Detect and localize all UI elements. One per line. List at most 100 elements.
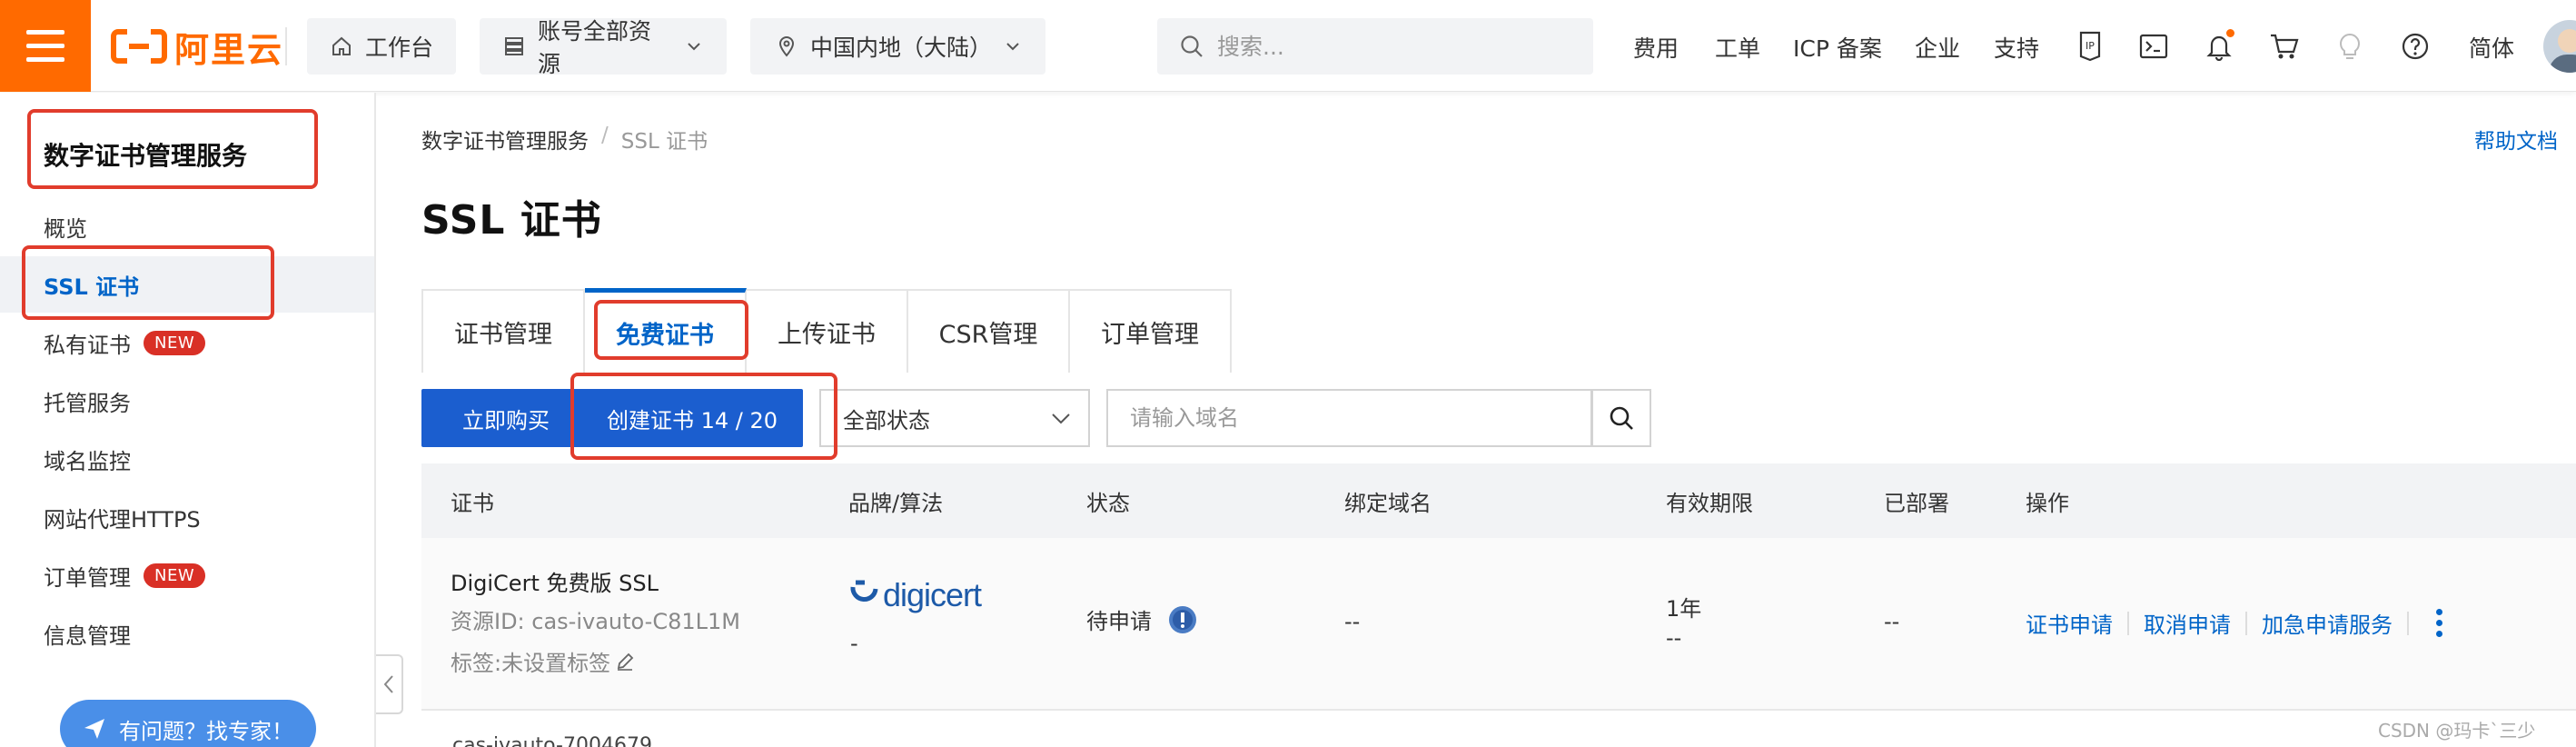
sidebar-item-info-management[interactable]: 信息管理 <box>0 605 374 662</box>
notification-bell-icon[interactable] <box>2202 29 2236 64</box>
sidebar-collapse-handle[interactable] <box>376 654 403 714</box>
sidebar-item-managed-service[interactable]: 托管服务 <box>0 373 374 429</box>
cert-tags-label: 标签:未设置标签 <box>451 651 611 676</box>
menu-icon-bar <box>26 44 64 48</box>
top-link-enterprise[interactable]: 企业 <box>1915 31 1960 64</box>
highlight-box-service-title <box>27 109 318 189</box>
menu-icon <box>26 30 64 35</box>
next-row-resource-id: cas-ivauto-7004679 <box>452 734 652 747</box>
status-select[interactable]: 全部状态 <box>819 389 1090 447</box>
chevron-down-icon <box>1052 413 1070 424</box>
aliyun-logo-icon <box>111 27 167 65</box>
more-actions-icon[interactable] <box>2436 609 2442 637</box>
chevron-left-icon <box>383 675 393 693</box>
tab-upload-cert[interactable]: 上传证书 <box>747 291 908 373</box>
column-header-status: 状态 <box>1086 490 1130 516</box>
op-separator <box>2245 611 2247 635</box>
column-header-validity: 有效期限 <box>1666 490 1753 516</box>
ask-expert-label: 有问题？找专家！ <box>119 718 293 744</box>
page-title: SSL 证书 <box>421 197 602 244</box>
cert-name: DigiCert 免费版 SSL <box>451 571 659 596</box>
help-doc-link[interactable]: 帮助文档 <box>2474 124 2558 154</box>
highlight-box-create-button <box>570 373 837 460</box>
home-icon <box>332 36 351 55</box>
chevron-down-icon <box>1006 43 1019 51</box>
chevron-down-icon <box>688 43 700 51</box>
help-circle-icon[interactable] <box>2398 29 2432 64</box>
digicert-logo-icon <box>850 580 878 602</box>
cert-status-label: 待申请 <box>1086 609 1152 634</box>
op-separator <box>2407 611 2409 635</box>
resources-label: 账号全部资源 <box>538 18 652 77</box>
top-link-icp[interactable]: ICP 备案 <box>1793 31 1882 64</box>
deployed-status: -- <box>1884 609 1900 634</box>
terminal-icon[interactable] <box>2136 29 2171 64</box>
workbench-button[interactable]: 工作台 <box>307 18 456 75</box>
domain-search-field[interactable] <box>1106 389 1592 447</box>
sidebar-item-domain-monitor[interactable]: 域名监控 <box>0 431 374 487</box>
column-header-domain: 绑定域名 <box>1344 490 1432 516</box>
top-link-billing[interactable]: 费用 <box>1633 31 1679 64</box>
sidebar-item-label: 托管服务 <box>44 390 131 416</box>
avatar[interactable] <box>2543 20 2576 73</box>
sidebar-item-https-proxy[interactable]: 网站代理HTTPS <box>0 489 374 545</box>
table-header: 证书 品牌/算法 状态 绑定域名 有效期限 已部署 操作 <box>421 463 2576 538</box>
breadcrumb-separator: / <box>601 124 609 147</box>
edit-pencil-icon[interactable] <box>614 651 636 672</box>
highlight-box-ssl-item <box>22 245 274 320</box>
domain-search-button[interactable] <box>1591 389 1651 447</box>
sidebar-item-label: 信息管理 <box>44 622 131 649</box>
language-switch[interactable]: 简体 <box>2469 31 2514 64</box>
tab-csr-management[interactable]: CSR管理 <box>908 291 1070 373</box>
ip-app-icon[interactable]: IP <box>2073 29 2107 64</box>
menu-icon-bar <box>26 57 64 62</box>
digicert-logo: digicert <box>848 576 982 614</box>
column-header-brand: 品牌/算法 <box>848 490 944 516</box>
breadcrumb-item-current: SSL 证书 <box>620 130 708 154</box>
top-link-ticket[interactable]: 工单 <box>1715 31 1760 64</box>
brand-algorithm: - <box>850 631 858 656</box>
breadcrumb: 数字证书管理服务 / SSL 证书 <box>421 124 708 154</box>
validity-period: 1年 <box>1666 596 1702 622</box>
cart-icon[interactable] <box>2267 29 2302 64</box>
global-search[interactable] <box>1157 18 1593 75</box>
highlight-box-free-tab <box>594 300 748 360</box>
region-dropdown[interactable]: 中国内地（大陆） <box>750 18 1045 75</box>
paper-plane-icon <box>84 719 104 739</box>
ask-expert-button[interactable]: 有问题？找专家！ <box>60 700 316 747</box>
cancel-apply-link[interactable]: 取消申请 <box>2144 607 2231 639</box>
aliyun-logo[interactable]: 阿里云 <box>111 24 283 70</box>
column-header-operations: 操作 <box>2026 490 2069 516</box>
search-icon <box>1181 35 1203 57</box>
sidebar-item-orders[interactable]: 订单管理 NEW <box>0 547 374 603</box>
sidebar-item-label: 网站代理HTTPS <box>44 506 201 533</box>
op-separator <box>2127 611 2129 635</box>
info-alert-icon[interactable] <box>1168 605 1197 634</box>
table-row: DigiCert 免费版 SSL 资源ID: cas-ivauto-C81L1M… <box>421 538 2576 711</box>
sidebar-item-private-cert[interactable]: 私有证书 NEW <box>0 314 374 371</box>
expedite-apply-link[interactable]: 加急申请服务 <box>2262 607 2393 639</box>
cert-tags[interactable]: 标签:未设置标签 <box>451 645 636 677</box>
sidebar-item-label: 域名监控 <box>44 448 131 474</box>
breadcrumb-item-service[interactable]: 数字证书管理服务 <box>421 124 589 154</box>
apply-cert-link[interactable]: 证书申请 <box>2026 607 2113 639</box>
cert-status: 待申请 <box>1086 603 1197 635</box>
global-search-input[interactable] <box>1217 33 1562 60</box>
watermark: CSDN @玛卡`三少 <box>2378 720 2536 742</box>
cert-resource-id: 资源ID: cas-ivauto-C81L1M <box>451 609 740 634</box>
status-select-value: 全部状态 <box>843 407 930 433</box>
top-link-support[interactable]: 支持 <box>1994 31 2039 64</box>
resources-dropdown[interactable]: 账号全部资源 <box>480 18 727 77</box>
tab-cert-management[interactable]: 证书管理 <box>423 291 585 373</box>
region-label: 中国内地（大陆） <box>810 35 993 61</box>
cert-tabs: 证书管理 免费证书 上传证书 CSR管理 订单管理 <box>421 288 1232 373</box>
buy-now-button[interactable]: 立即购买 <box>421 389 590 447</box>
validity-date: -- <box>1666 625 1682 651</box>
digicert-logo-text: digicert <box>883 576 982 613</box>
domain-search-input[interactable] <box>1130 405 1566 431</box>
tab-order-management[interactable]: 订单管理 <box>1070 291 1230 373</box>
column-header-cert: 证书 <box>451 490 494 516</box>
lightbulb-icon[interactable] <box>2333 29 2367 64</box>
hamburger-menu-button[interactable] <box>0 0 91 92</box>
bound-domain: -- <box>1344 609 1361 634</box>
